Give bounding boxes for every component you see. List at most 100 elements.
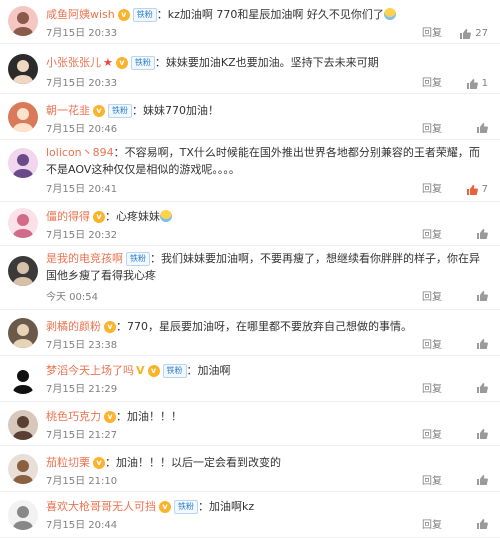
- comment-meta: 7月15日 20:41 回复 7: [46, 182, 488, 198]
- comment-text: ：妹妹要加油KZ也要加油。坚持下去未来可期: [154, 56, 379, 69]
- comment-meta: 7月15日 21:10 回复: [46, 474, 488, 490]
- avatar[interactable]: [8, 256, 38, 286]
- comment-text-line: 朝一花韭 v 铁粉 ：妹妹770加油！: [46, 102, 488, 119]
- avatar[interactable]: [8, 454, 38, 484]
- comment-body: 梦滔今天上场了吗 Vv 铁粉 ：加油啊: [46, 362, 488, 379]
- comment-text-line: 茄粒切栗 v ：加油！！！以后一定会看到改变的: [46, 454, 488, 471]
- reply-button[interactable]: 回复: [422, 122, 442, 138]
- username-link[interactable]: 朝一花韭: [46, 104, 90, 117]
- avatar[interactable]: [8, 500, 38, 530]
- comment-item: 剥橘的颜粉 v ：770，星辰要加油呀，在哪里都不要放弃自己想做的事情。 7月15日 …: [0, 310, 500, 356]
- username-link[interactable]: lolicon丶894: [46, 146, 114, 159]
- reply-button[interactable]: 回复: [422, 76, 442, 92]
- comment-text: ：妹妹770加油！: [132, 104, 219, 117]
- avatar[interactable]: [8, 318, 38, 348]
- like-button[interactable]: [476, 338, 488, 350]
- comment-text: ：770，星辰要加油呀，在哪里都不要放弃自己想做的事情。: [116, 320, 412, 333]
- reply-button[interactable]: 回复: [422, 338, 442, 354]
- comment-text: ：加油！！！: [116, 410, 182, 423]
- comment-text-line: 僵的得得 v ：心疼妹妹: [46, 208, 488, 225]
- comment-item: 僵的得得 v ：心疼妹妹 7月15日 20:32 回复: [0, 202, 500, 246]
- like-button[interactable]: [476, 290, 488, 302]
- username-link[interactable]: 梦滔今天上场了吗: [46, 364, 134, 377]
- fan-badge: 铁粉: [126, 252, 150, 266]
- comment-meta: 7月15日 20:33 回复 1: [46, 76, 488, 92]
- comment-meta: 7月15日 21:27 回复: [46, 428, 488, 444]
- avatar[interactable]: [8, 102, 38, 132]
- reply-button[interactable]: 回复: [422, 26, 442, 42]
- comment-text-line: 小张张张儿 ★ v 铁粉 ：妹妹要加油KZ也要加油。坚持下去未来可期: [46, 54, 488, 71]
- thumbs-up-icon: [476, 428, 488, 440]
- comment-list: 咸鱼阿姨wish v 铁粉 ：kz加油啊 770和星辰加油啊 好久不见你们了 7月15日…: [0, 0, 500, 538]
- comment-body: 喜欢大枪哥哥无人可挡 v 铁粉 ：加油啊kz: [46, 498, 488, 515]
- comment-text: ：心疼妹妹: [105, 210, 160, 223]
- username-link[interactable]: 咸鱼阿姨wish: [46, 8, 115, 21]
- fan-badge: 铁粉: [132, 8, 157, 22]
- avatar[interactable]: [8, 410, 38, 440]
- like-button[interactable]: 7: [466, 182, 488, 198]
- reply-button[interactable]: 回复: [422, 182, 442, 198]
- comment-time: 7月15日 21:27: [46, 430, 118, 441]
- comment-time: 7月15日 20:33: [46, 28, 118, 39]
- username-link[interactable]: 是我的电竞孩啊: [46, 252, 123, 265]
- verified-icon: V: [136, 364, 145, 377]
- username-link[interactable]: 喜欢大枪哥哥无人可挡: [46, 500, 156, 513]
- avatar[interactable]: [8, 364, 38, 394]
- like-button[interactable]: 1: [466, 76, 488, 92]
- comment-text: ：加油！！！以后一定会看到改变的: [105, 456, 281, 469]
- comment-text: ：加油啊: [186, 364, 231, 377]
- comment-text-line: 梦滔今天上场了吗 Vv 铁粉 ：加油啊: [46, 362, 488, 379]
- comment-text-line: 咸鱼阿姨wish v 铁粉 ：kz加油啊 770和星辰加油啊 好久不见你们了: [46, 6, 488, 23]
- comment-item: lolicon丶894：不容易啊，TX什么时候能在国外推出世界各地都分别兼容的王…: [0, 140, 500, 202]
- thumbs-up-icon: [466, 184, 478, 196]
- level-badge-icon: v: [147, 365, 160, 377]
- level-badge-icon: v: [117, 9, 130, 21]
- crying-emoji-icon: [160, 210, 172, 222]
- reply-button[interactable]: 回复: [422, 474, 442, 490]
- reply-button[interactable]: 回复: [422, 382, 442, 398]
- like-button[interactable]: [476, 122, 488, 134]
- like-button[interactable]: [476, 428, 488, 440]
- avatar[interactable]: [8, 208, 38, 238]
- username-link[interactable]: 茄粒切栗: [46, 456, 90, 469]
- reply-button[interactable]: 回复: [422, 228, 442, 244]
- reply-button[interactable]: 回复: [422, 518, 442, 534]
- like-count: 1: [481, 78, 488, 89]
- like-button[interactable]: [476, 474, 488, 486]
- username-link[interactable]: 僵的得得: [46, 210, 90, 223]
- star-icon: ★: [103, 56, 113, 69]
- username-link[interactable]: 桃色巧克力: [46, 410, 101, 423]
- comment-meta: 7月15日 21:29 回复: [46, 382, 488, 398]
- like-button[interactable]: [476, 518, 488, 530]
- level-badge-icon: v: [159, 501, 171, 513]
- avatar[interactable]: [8, 148, 38, 178]
- avatar[interactable]: [8, 6, 38, 36]
- username-link[interactable]: 小张张张儿: [46, 56, 101, 69]
- comment-item: 小张张张儿 ★ v 铁粉 ：妹妹要加油KZ也要加油。坚持下去未来可期 7月15日 20:3…: [0, 44, 500, 94]
- thumbs-up-icon: [476, 228, 488, 240]
- comment-text-line: 是我的电竞孩啊 铁粉 ：我们妹妹要加油啊，不要再瘦了，想继续看你胖胖的样子，你在异国…: [46, 250, 488, 284]
- like-button[interactable]: 27: [459, 26, 488, 42]
- reply-button[interactable]: 回复: [422, 290, 442, 306]
- thumbs-up-icon: [476, 518, 488, 530]
- avatar[interactable]: [8, 54, 38, 84]
- level-badge-icon: v: [104, 411, 116, 423]
- comment-text-line: lolicon丶894：不容易啊，TX什么时候能在国外推出世界各地都分别兼容的王…: [46, 144, 488, 178]
- comment-item: 梦滔今天上场了吗 Vv 铁粉 ：加油啊 7月15日 21:29 回复: [0, 356, 500, 402]
- like-button[interactable]: [476, 382, 488, 394]
- comment-meta: 7月15日 20:33 回复 27: [46, 26, 488, 42]
- comment-time: 7月15日 20:46: [46, 124, 118, 135]
- comment-meta: 7月15日 20:44 回复: [46, 518, 488, 534]
- thumbs-up-icon: [476, 290, 488, 302]
- fan-badge: 铁粉: [130, 56, 155, 70]
- level-badge-icon: v: [115, 57, 128, 69]
- username-link[interactable]: 剥橘的颜粉: [46, 320, 101, 333]
- reply-button[interactable]: 回复: [422, 428, 442, 444]
- comment-body: 咸鱼阿姨wish v 铁粉 ：kz加油啊 770和星辰加油啊 好久不见你们了: [46, 6, 488, 23]
- comment-time: 7月15日 20:44: [46, 520, 118, 531]
- thumbs-up-icon: [476, 338, 488, 350]
- fan-badge: 铁粉: [174, 500, 198, 514]
- level-badge-icon: v: [93, 211, 105, 223]
- comment-body: 朝一花韭 v 铁粉 ：妹妹770加油！: [46, 102, 488, 119]
- like-button[interactable]: [476, 228, 488, 240]
